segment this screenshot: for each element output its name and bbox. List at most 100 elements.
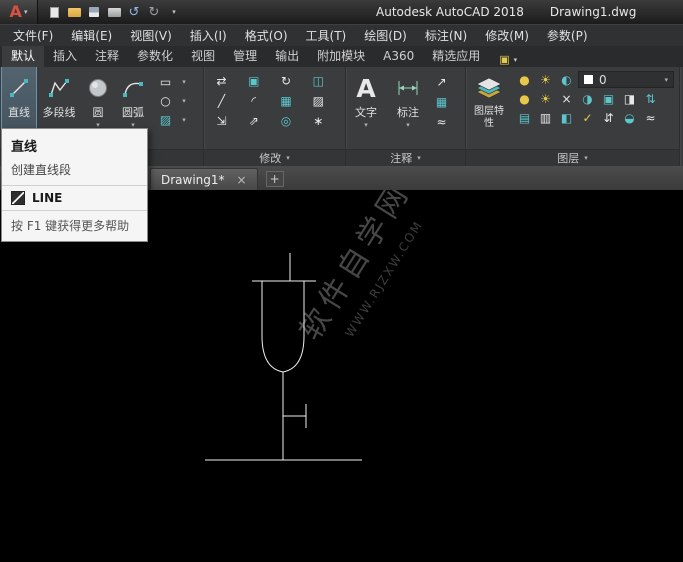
layer-tool-button-5[interactable]: ⇵ (599, 109, 618, 126)
tooltip-command: LINE (32, 191, 63, 205)
rotate-button[interactable]: ↻ (277, 72, 296, 89)
layer-tool-button-4[interactable]: ✓ (578, 109, 597, 126)
fillet-button[interactable]: ◜ (244, 92, 263, 109)
scale-button[interactable]: ⇗ (244, 112, 263, 129)
stretch-button[interactable]: ⇲ (212, 112, 231, 129)
dimension-dropdown-icon[interactable]: ▾ (406, 121, 410, 129)
layer-isolate-button[interactable]: ◐ (557, 71, 576, 88)
menu-tools[interactable]: 工具(T) (297, 25, 356, 47)
ribbon-tab-parametric[interactable]: 参数化 (128, 46, 182, 67)
modify-tools-grid: ⇄ ▣ ↻ ◫ ╱ ◜ ▦ ▨ ⇲ ⇗ ◎ ∗ (204, 67, 345, 149)
menu-format[interactable]: 格式(O) (236, 25, 297, 47)
save-button[interactable] (84, 2, 104, 22)
ribbon-tab-manage[interactable]: 管理 (224, 46, 266, 67)
layer-tool-button-1[interactable]: ▤ (515, 109, 534, 126)
layer-properties-button[interactable]: 图层特性 (466, 67, 512, 149)
layer-state-button-1[interactable]: ● (515, 90, 534, 107)
document-title: Drawing1.dwg (549, 5, 637, 19)
modify-panel-expand-icon: ▾ (286, 154, 290, 162)
annotate-panel-expand-icon: ▾ (417, 154, 421, 162)
layers-panel-title[interactable]: 图层 ▾ (466, 149, 679, 166)
menu-parametric[interactable]: 参数(P) (538, 25, 597, 47)
layer-dropdown-icon: ▾ (664, 75, 668, 84)
ribbon-tab-addins[interactable]: 附加模块 (308, 46, 374, 67)
copy-button[interactable]: ▣ (244, 72, 263, 89)
annotate-extra-tools: ↗ ▦ ≈ (432, 67, 451, 149)
menu-insert[interactable]: 插入(I) (181, 25, 236, 47)
layer-off-button[interactable]: × (557, 90, 576, 107)
ribbon-display-icon: ▣ (499, 53, 510, 66)
ribbon-tab-output[interactable]: 输出 (266, 46, 308, 67)
dimension-tool-label: 标注 (397, 106, 419, 119)
menu-draw[interactable]: 绘图(D) (355, 25, 416, 47)
tooltip-help: 按 F1 键获得更多帮助 (2, 210, 147, 241)
rectangle-dropdown-icon[interactable]: ▾ (178, 73, 190, 90)
undo-button[interactable]: ↺ (124, 2, 144, 22)
modify-panel-title[interactable]: 修改 ▾ (204, 149, 345, 166)
layer-lock-button[interactable]: ▣ (599, 90, 618, 107)
layer-tool-button-6[interactable]: ◒ (620, 109, 639, 126)
draw-extra-tools: ▭ ▾ ○ ▾ ▨ ▾ (152, 67, 192, 149)
ribbon-tab-view[interactable]: 视图 (182, 46, 224, 67)
dimension-tool-button[interactable]: 标注 ▾ (388, 67, 428, 149)
rectangle-tool-button[interactable]: ▭ (156, 73, 175, 90)
menu-bar: 文件(F) 编辑(E) 视图(V) 插入(I) 格式(O) 工具(T) 绘图(D… (0, 24, 683, 46)
menu-modify[interactable]: 修改(M) (476, 25, 538, 47)
layers-panel-label: 图层 (557, 152, 580, 165)
menu-dimension[interactable]: 标注(N) (416, 25, 476, 47)
trim-button[interactable]: ╱ (212, 92, 231, 109)
mirror-button[interactable]: ◫ (309, 72, 328, 89)
app-menu-button[interactable]: A ▾ (0, 0, 38, 24)
file-tab-drawing1[interactable]: Drawing1* × (150, 168, 258, 190)
ribbon-display-toggle[interactable]: ▣ ▾ (499, 54, 517, 65)
layer-color-swatch (584, 75, 593, 84)
layer-state-button-2[interactable]: ☀ (536, 90, 555, 107)
table-tool-button[interactable]: ▦ (432, 93, 451, 110)
quick-access-toolbar: ↺ ↻ ▾ (44, 2, 184, 22)
arc-icon (122, 70, 144, 106)
plot-button[interactable] (104, 2, 124, 22)
text-dropdown-icon[interactable]: ▾ (364, 121, 368, 129)
leader-tool-button[interactable]: ↗ (432, 73, 451, 90)
offset-button[interactable]: ◎ (277, 112, 296, 129)
ribbon-tab-a360[interactable]: A360 (374, 46, 423, 67)
ribbon-tab-featured-apps[interactable]: 精选应用 (423, 46, 489, 67)
text-tool-button[interactable]: A 文字 ▾ (348, 67, 384, 149)
layer-tool-button-3[interactable]: ◧ (557, 109, 576, 126)
new-drawing-tab-button[interactable]: + (265, 171, 284, 187)
new-button[interactable] (44, 2, 64, 22)
explode-button[interactable]: ∗ (309, 112, 328, 129)
hatch-tool-button[interactable]: ▨ (156, 111, 175, 128)
layer-walk-button[interactable]: ⇅ (641, 90, 660, 107)
layer-thaw-button[interactable]: ☀ (536, 71, 555, 88)
line-command-icon (11, 191, 25, 205)
menu-file[interactable]: 文件(F) (4, 25, 62, 47)
layer-on-button[interactable]: ● (515, 71, 534, 88)
ribbon-tab-annotate[interactable]: 注释 (86, 46, 128, 67)
drawing-canvas[interactable]: 软件自学网 WWW.RJZXW.COM (0, 190, 683, 562)
erase-button[interactable]: ▨ (309, 92, 328, 109)
menu-edit[interactable]: 编辑(E) (62, 25, 121, 47)
ellipse-tool-button[interactable]: ○ (156, 92, 175, 109)
layer-tool-button-7[interactable]: ≈ (641, 109, 660, 126)
ribbon-tab-insert[interactable]: 插入 (44, 46, 86, 67)
layer-freeze-button[interactable]: ◑ (578, 90, 597, 107)
layer-match-button[interactable]: ◨ (620, 90, 639, 107)
file-tab-close-icon[interactable]: × (237, 173, 247, 187)
layer-select-dropdown[interactable]: 0 ▾ (578, 71, 674, 88)
open-button[interactable] (64, 2, 84, 22)
annotate-panel-title[interactable]: 注释 ▾ (346, 149, 465, 166)
redo-button[interactable]: ↻ (144, 2, 164, 22)
layer-tool-button-2[interactable]: ▥ (536, 109, 555, 126)
hatch-dropdown-icon[interactable]: ▾ (178, 111, 190, 128)
goblet-drawing (205, 253, 362, 461)
ribbon-tab-home[interactable]: 默认 (2, 46, 45, 67)
open-folder-icon (67, 7, 81, 17)
annotation-style-button[interactable]: ≈ (432, 113, 451, 130)
menu-view[interactable]: 视图(V) (121, 25, 181, 47)
polyline-icon (48, 70, 70, 106)
qat-customize-button[interactable]: ▾ (164, 2, 184, 22)
ellipse-dropdown-icon[interactable]: ▾ (178, 92, 190, 109)
array-button[interactable]: ▦ (277, 92, 296, 109)
move-button[interactable]: ⇄ (212, 72, 231, 89)
